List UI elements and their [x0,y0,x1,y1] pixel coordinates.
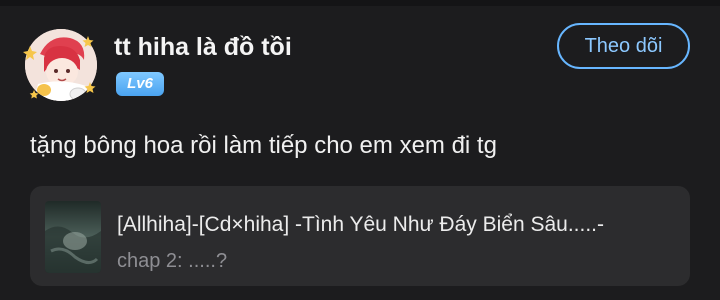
post-content: tặng bông hoa rồi làm tiếp cho em xem đi… [30,132,497,159]
story-chapter: chap 2: .....? [117,250,228,272]
linked-story-card[interactable]: [Allhiha]-[Cd×hiha] -Tình Yêu Như Đáy Bi… [30,186,690,286]
follow-button[interactable]: Theo dõi [557,23,690,69]
level-badge: Lv6 [116,72,164,96]
author-avatar-icon[interactable] [20,24,102,106]
story-title: [Allhiha]-[Cd×hiha] -Tình Yêu Như Đáy Bi… [117,213,604,236]
author-name[interactable]: tt hiha là đồ tồi [114,33,292,62]
story-cover-thumbnail-icon [45,201,101,273]
post-card: tt hiha là đồ tồi Lv6 Theo dõi tặng bông… [0,0,720,300]
top-divider [0,0,720,6]
